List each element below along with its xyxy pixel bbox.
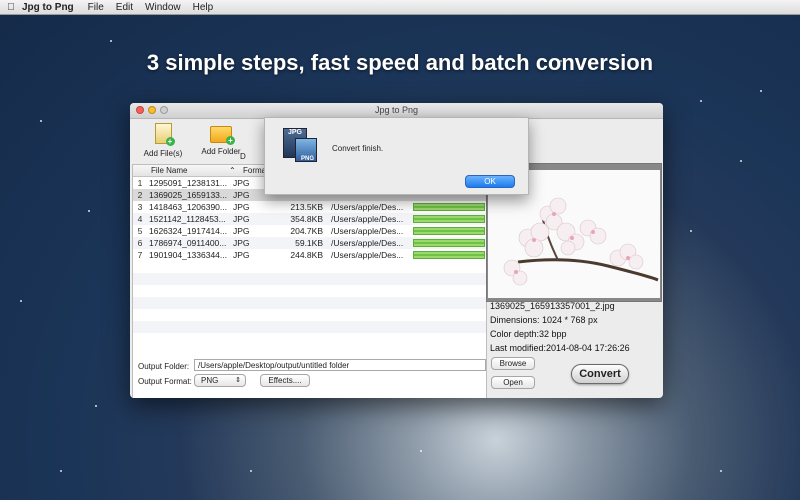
menu-file[interactable]: File <box>88 2 104 13</box>
format-cell: JPG <box>233 214 250 224</box>
file-name-cell: 1369025_1659133... <box>149 190 227 200</box>
dialog-message: Convert finish. <box>332 144 384 153</box>
file-name-cell: 1418463_1206390... <box>149 202 227 212</box>
output-format-value: PNG <box>201 376 219 385</box>
output-format-select[interactable]: PNG ⇕ <box>194 374 246 387</box>
app-icon-png-label: PNG <box>295 138 317 162</box>
convert-finish-dialog: JPG PNG Convert finish. OK <box>264 117 529 195</box>
path-cell: /Users/apple/Des... <box>331 250 404 260</box>
progress-cell <box>413 225 485 237</box>
output-settings: Output Folder: /Users/apple/Desktop/outp… <box>130 355 490 397</box>
table-row[interactable]: 4 1521142_1128453... JPG 354.8KB/Users/appl… <box>133 213 486 225</box>
size-cell: 213.5KB <box>290 202 323 212</box>
progress-bar <box>413 239 485 247</box>
format-cell: JPG <box>233 250 250 260</box>
path-cell: /Users/apple/Des... <box>331 202 404 212</box>
table-row[interactable]: 6 1786974_0911400... JPG 59.1KB/Users/apple… <box>133 237 486 249</box>
format-cell: JPG <box>233 226 250 236</box>
window-title: Jpg to Png <box>374 105 419 115</box>
menu-help[interactable]: Help <box>193 2 214 13</box>
preview-color-depth: Color depth:32 bpp <box>490 329 567 339</box>
add-folder-button[interactable]: + Add Folder <box>196 123 246 156</box>
progress-cell <box>413 237 485 249</box>
menu-window[interactable]: Window <box>145 2 181 13</box>
row-number: 6 <box>137 238 143 248</box>
progress-bar <box>413 251 485 259</box>
add-folder-icon: + <box>210 126 235 145</box>
output-format-label: Output Format: <box>138 377 192 386</box>
add-files-label: Add File(s) <box>143 149 183 158</box>
file-name-cell: 1626324_1917414... <box>149 226 227 236</box>
jpg-to-png-app-icon: JPG PNG <box>283 128 317 162</box>
path-cell: /Users/apple/Des... <box>331 214 404 224</box>
file-name-cell: 1521142_1128453... <box>149 214 226 224</box>
table-row[interactable]: 3 1418463_1206390... JPG 213.5KB/Users/appl… <box>133 201 486 213</box>
preview-last-modified: Last modified:2014-08-04 17:26:26 <box>490 343 630 353</box>
select-arrows-icon: ⇕ <box>235 377 241 384</box>
row-number: 1 <box>137 178 143 188</box>
progress-bar <box>413 203 485 211</box>
size-cell: 244.8KB <box>290 250 323 260</box>
output-folder-field[interactable]: /Users/apple/Desktop/output/untitled fol… <box>194 359 486 371</box>
close-window-button[interactable] <box>136 106 144 114</box>
minimize-window-button[interactable] <box>148 106 156 114</box>
ok-button[interactable]: OK <box>465 175 515 188</box>
add-files-button[interactable]: + Add File(s) <box>138 123 188 158</box>
output-folder-label: Output Folder: <box>138 362 190 371</box>
row-number: 5 <box>137 226 143 236</box>
size-cell: 204.7KB <box>290 226 323 236</box>
progress-cell <box>413 201 485 213</box>
row-number: 4 <box>137 214 143 224</box>
browse-button[interactable]: Browse <box>491 357 535 370</box>
progress-cell <box>413 213 485 225</box>
promo-headline: 3 simple steps, fast speed and batch con… <box>146 50 654 75</box>
progress-bar <box>413 215 485 223</box>
file-name-cell: 1901904_1336344... <box>149 250 227 260</box>
table-row[interactable]: 5 1626324_1917414... JPG 204.7KB/Users/appl… <box>133 225 486 237</box>
preview-filename: 1369025_165913357001_2.jpg <box>490 301 615 311</box>
path-cell: /Users/apple/Des... <box>331 238 404 248</box>
path-cell: /Users/apple/Des... <box>331 226 404 236</box>
file-name-cell: 1295091_1238131... <box>149 178 227 188</box>
delete-label-partial: D <box>240 152 246 161</box>
row-number: 7 <box>137 250 143 260</box>
menu-app-name[interactable]: Jpg to Png <box>22 2 74 13</box>
menu-edit[interactable]: Edit <box>116 2 133 13</box>
zoom-window-button[interactable] <box>160 106 168 114</box>
convert-button[interactable]: Convert <box>571 364 629 384</box>
preview-dimensions: Dimensions: 1024 * 768 px <box>490 315 598 325</box>
menu-bar:  Jpg to Png File Edit Window Help <box>0 0 800 15</box>
add-folder-label: Add Folder <box>201 147 241 156</box>
row-number: 3 <box>137 202 143 212</box>
column-header-file-name[interactable]: File Name <box>147 165 229 176</box>
format-cell: JPG <box>233 202 250 212</box>
progress-bar <box>413 227 485 235</box>
progress-cell <box>413 249 485 261</box>
add-file-icon: + <box>154 123 175 146</box>
row-number: 2 <box>137 190 143 200</box>
effects-button[interactable]: Effects.... <box>260 374 310 387</box>
size-cell: 59.1KB <box>295 238 323 248</box>
format-cell: JPG <box>233 238 250 248</box>
size-cell: 354.8KB <box>290 214 323 224</box>
open-button[interactable]: Open <box>491 376 535 389</box>
file-name-cell: 1786974_0911400... <box>149 238 227 248</box>
sort-icon: ⌃ <box>229 166 236 175</box>
apple-menu-icon[interactable]:  <box>0 2 22 13</box>
table-row[interactable]: 7 1901904_1336344... JPG 244.8KB/Users/appl… <box>133 249 486 261</box>
